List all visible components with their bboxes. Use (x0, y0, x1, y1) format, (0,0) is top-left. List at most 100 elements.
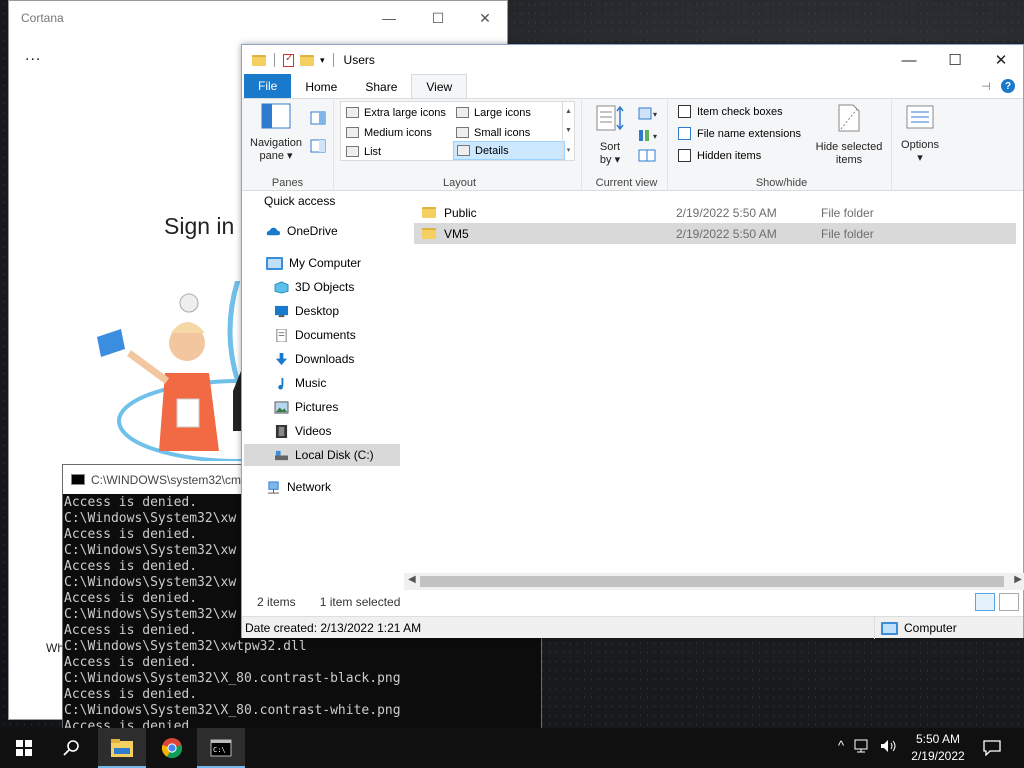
tab-share[interactable]: Share (351, 76, 411, 98)
scrollbar-thumb[interactable] (420, 576, 1004, 587)
nav-item-label: Pictures (295, 400, 339, 414)
clock-time: 5:50 AM (915, 732, 961, 746)
onedrive-icon (266, 227, 281, 235)
layout-large-icons[interactable]: Large icons (453, 103, 565, 122)
start-button[interactable] (0, 728, 48, 768)
network-status-icon[interactable] (854, 739, 870, 753)
preview-pane-icon[interactable] (310, 111, 326, 125)
minimize-button[interactable]: — (886, 45, 932, 75)
volume-icon[interactable] (880, 739, 898, 753)
close-button[interactable]: ✕ (978, 45, 1024, 75)
nav-item-quick-access[interactable]: Quick access (264, 190, 420, 212)
nav-item-label: My Computer (289, 256, 362, 270)
layout-small-icons[interactable]: Small icons (453, 123, 565, 142)
show-hidden-icons-icon[interactable]: ^ (838, 738, 844, 753)
window-title: Users (343, 53, 375, 67)
maximize-button[interactable]: ☐ (932, 45, 978, 75)
system-tray: ^ (838, 738, 898, 753)
ribbon-group-show-hide: Item check boxes File name extensions Hi… (672, 99, 892, 191)
navigation-pane-button[interactable]: Navigation pane ▾ (246, 103, 306, 163)
list-icon (346, 146, 359, 157)
nav-item-pictures[interactable]: Pictures (274, 396, 430, 418)
add-columns-icon[interactable]: ▾ (638, 129, 660, 143)
tab-file[interactable]: File (244, 74, 292, 98)
cortana-minimize-button[interactable]: — (366, 7, 412, 29)
extra-large-icons-icon (346, 107, 359, 118)
cortana-maximize-button[interactable]: ☐ (415, 7, 461, 29)
tab-view[interactable]: View (411, 74, 468, 98)
nav-item-label: 3D Objects (295, 280, 355, 294)
pin-ribbon-icon[interactable]: ⊣ (981, 80, 991, 93)
nav-item-onedrive[interactable]: OneDrive (266, 220, 422, 242)
group-by-icon[interactable]: ▾ (638, 107, 660, 121)
cmd-title: C:\WINDOWS\system32\cm (91, 472, 242, 487)
file-type: File folder (821, 205, 874, 220)
taskbar-file-explorer[interactable] (98, 728, 146, 768)
item-check-boxes-toggle[interactable]: Item check boxes (678, 105, 783, 118)
item-check-boxes-checkbox[interactable] (678, 105, 691, 118)
clock[interactable]: 5:50 AM 2/19/2022 (900, 731, 976, 765)
layout-medium-icons[interactable]: Medium icons (343, 123, 455, 142)
file-name-extensions-toggle[interactable]: File name extensions (678, 127, 801, 140)
options-button[interactable]: Options ▾ (896, 103, 944, 165)
file-explorer-icon (111, 739, 133, 757)
file-name-extensions-checkbox[interactable] (678, 127, 691, 140)
details-view-icon[interactable] (975, 593, 995, 611)
nav-item-documents[interactable]: Documents (274, 324, 430, 346)
panes-group-label: Panes (271, 177, 304, 189)
sort-by-icon (596, 105, 624, 131)
computer-icon (881, 621, 898, 635)
explorer-titlebar[interactable]: ▾ Users — ☐ ✕ (242, 45, 1023, 75)
details-pane-icon[interactable] (310, 139, 326, 153)
nav-item-music[interactable]: Music (274, 372, 430, 394)
file-date: 2/19/2022 5:50 AM (676, 226, 777, 241)
nav-item-network[interactable]: Network (266, 476, 422, 498)
nav-item-my-computer[interactable]: My Computer (266, 252, 422, 274)
search-button[interactable] (48, 728, 96, 768)
hidden-items-checkbox[interactable] (678, 149, 691, 162)
size-columns-icon[interactable] (638, 149, 658, 163)
taskbar-command-prompt[interactable]: C:\ (197, 728, 245, 768)
file-row-public[interactable]: Public 2/19/2022 5:50 AM File folder (414, 202, 1016, 223)
customize-toolbar-icon[interactable]: ▾ (320, 55, 325, 66)
nav-item-desktop[interactable]: Desktop (274, 300, 430, 322)
layout-details[interactable]: Details (453, 141, 565, 160)
action-center-button[interactable] (968, 728, 1016, 768)
command-prompt-icon: C:\ (210, 739, 232, 757)
scroll-right-icon[interactable]: ▶ (1014, 574, 1022, 585)
nav-item-videos[interactable]: Videos (274, 420, 430, 442)
layout-group-label: Layout (442, 177, 477, 189)
options-icon (906, 105, 934, 129)
details-icon (457, 145, 470, 156)
help-icon[interactable]: ? (1001, 79, 1015, 93)
nav-item-downloads[interactable]: Downloads (274, 348, 430, 370)
nav-item-label: Desktop (295, 304, 340, 318)
layout-extra-large-icons[interactable]: Extra large icons (343, 103, 455, 122)
ribbon-group-panes: Navigation pane ▾ Panes (242, 99, 334, 191)
layout-item-label: List (364, 145, 382, 158)
nav-item-3d-objects[interactable]: 3D Objects (274, 276, 430, 298)
hidden-items-toggle[interactable]: Hidden items (678, 149, 761, 162)
taskbar-chrome[interactable] (148, 728, 196, 768)
large-icons-icon (456, 107, 469, 118)
cortana-sign-in-heading: Sign in (164, 213, 235, 239)
nav-item-local-disk[interactable]: Local Disk (C:) (244, 444, 400, 466)
new-folder-icon[interactable] (300, 54, 314, 66)
cortana-more-button[interactable]: ... (25, 47, 41, 65)
sort-by-button[interactable]: Sort by ▾ (592, 103, 628, 167)
medium-icons-icon (346, 127, 359, 138)
cortana-close-button[interactable]: ✕ (462, 7, 507, 29)
horizontal-scrollbar[interactable]: ◀ ▶ (404, 573, 1024, 590)
layout-item-label: Extra large icons (364, 106, 446, 119)
nav-item-label: OneDrive (287, 224, 338, 238)
layout-gallery-scroll[interactable]: ▲ ▼ ▾ (562, 102, 574, 160)
properties-icon[interactable] (283, 53, 294, 67)
layout-list[interactable]: List (343, 142, 455, 161)
small-icons-icon (456, 127, 469, 138)
large-icons-view-icon[interactable] (999, 593, 1019, 611)
file-row-vm5[interactable]: VM5 2/19/2022 5:50 AM File folder (414, 223, 1016, 244)
scroll-left-icon[interactable]: ◀ (408, 574, 416, 585)
folder-icon (252, 54, 266, 66)
tab-home[interactable]: Home (291, 76, 351, 98)
hide-selected-items-button[interactable]: Hide selected items (812, 103, 886, 167)
